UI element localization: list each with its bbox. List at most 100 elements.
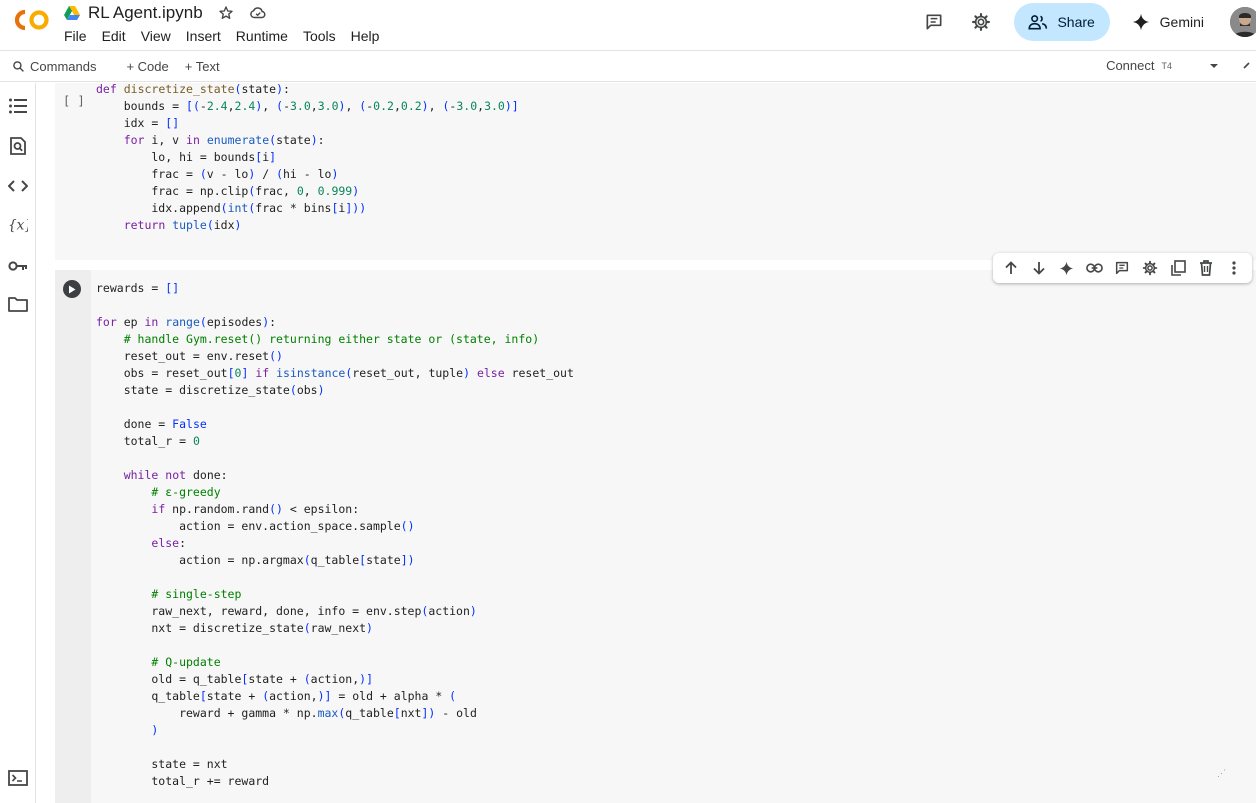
link-icon[interactable] [1085,258,1105,278]
code-line: return tuple(idx) [123,218,242,232]
code-line: done = False [96,417,207,431]
comments-icon[interactable] [920,8,948,36]
variables-icon[interactable]: {x} [8,215,28,235]
code-line: action = env.action_space.sample() [96,519,415,533]
code-line: action = np.argmax(q_table[state]) [96,553,415,567]
connect-label: Connect [1106,58,1155,73]
comment-icon[interactable] [1112,258,1132,278]
cell-gutter [55,270,91,803]
left-sidebar: {x} [0,83,36,803]
code-line: idx = [] [96,116,180,130]
app-header: RL Agent.ipynb File Edit View Insert Run… [0,0,1256,50]
code-line: lo, hi = bounds[i] [96,150,277,164]
code-line: # ε-greedy [151,485,221,499]
table-of-contents-icon[interactable] [8,96,28,116]
code-line: if np.random.rand() < epsilon: [151,502,360,516]
terminal-icon[interactable] [8,768,28,788]
commands-label: Commands [30,58,97,74]
title-row: RL Agent.ipynb [64,2,267,24]
mirror-cell-icon[interactable] [1168,258,1188,278]
code-line: bounds = [(-2.4,2.4), (-3.0,3.0), (-0.2,… [96,99,519,113]
settings-gear-icon[interactable] [967,8,995,36]
star-icon[interactable] [217,4,235,22]
code-editor[interactable]: rewards = [] for ep in range(episodes): … [96,280,574,790]
code-line: state = nxt [96,757,228,771]
code-line: rewards = [] [96,281,180,295]
google-drive-icon [64,6,80,20]
menu-file[interactable]: File [64,28,97,44]
header-actions: Share Gemini [920,0,1256,44]
notebook-title[interactable]: RL Agent.ipynb [88,3,203,23]
cell-settings-icon[interactable] [1140,258,1160,278]
code-line: ) [151,723,159,737]
menu-insert[interactable]: Insert [186,28,231,44]
code-line: q_table[state + (action,)] = old + alpha… [96,689,457,703]
find-replace-icon[interactable] [8,136,28,156]
code-line: reset_out = env.reset() [96,349,283,363]
code-line: # Q-update [151,655,221,669]
svg-text:{x}: {x} [8,218,28,234]
code-line: old = q_table[state + (action,)] [96,672,374,686]
run-cell-button[interactable] [63,280,81,298]
cell-toolbar [993,253,1252,283]
collapse-header-icon[interactable] [1242,59,1254,76]
code-line: for ep in range(episodes): [96,315,277,329]
commands-button[interactable]: Commands [12,59,96,74]
connect-button[interactable]: Connect T4 [1106,58,1172,73]
add-text-label: + Text [184,58,220,74]
code-line: # single-step [151,587,242,601]
menu-tools[interactable]: Tools [303,28,346,44]
execution-count[interactable]: [ ] [63,94,85,108]
files-folder-icon[interactable] [8,294,28,314]
code-line: def discretize_state(state): [96,82,290,96]
resize-handle-icon[interactable]: ⋰ [1217,768,1226,779]
menu-edit[interactable]: Edit [102,28,136,44]
menu-bar: File Edit View Insert Runtime Tools Help [64,28,394,44]
connect-dropdown-icon[interactable] [1208,60,1220,75]
search-icon [13,60,24,72]
code-line: total_r = 0 [96,434,200,448]
menu-view[interactable]: View [141,28,181,44]
share-button[interactable]: Share [1013,3,1110,41]
code-snippets-icon[interactable] [8,176,28,196]
code-line: while not done: [123,468,228,482]
delete-cell-icon[interactable] [1196,258,1216,278]
code-cell[interactable]: [ ] def discretize_state(state): bounds … [55,81,1256,260]
add-code-cell-button[interactable]: + Code [126,59,168,74]
more-options-icon[interactable] [1224,258,1244,278]
code-line: frac = (v - lo) / (hi - lo) [96,167,339,181]
share-label: Share [1057,14,1095,30]
gemini-label: Gemini [1159,14,1204,30]
code-line: # handle Gym.reset() returning either st… [123,332,540,346]
cloud-saved-icon[interactable] [249,4,267,22]
code-cell-active[interactable]: rewards = [] for ep in range(episodes): … [55,270,1256,803]
add-text-cell-button[interactable]: + Text [185,59,220,74]
menu-help[interactable]: Help [351,28,390,44]
people-icon [1028,15,1048,30]
user-avatar[interactable] [1230,7,1256,37]
code-editor[interactable]: def discretize_state(state): bounds = [(… [96,81,519,234]
code-line: reward + gamma * np.max(q_table[nxt]) - … [96,706,477,720]
notebook-toolbar: Commands + Code + Text Connect T4 [0,50,1256,82]
secrets-key-icon[interactable] [8,256,28,276]
play-icon [69,285,76,293]
colab-logo[interactable] [12,8,52,32]
code-line: frac = np.clip(frac, 0, 0.999) [96,184,360,198]
add-code-label: + Code [126,58,169,74]
gemini-button[interactable]: Gemini [1132,13,1204,31]
code-line: for i, v in enumerate(state): [123,133,325,147]
gemini-sparkle-icon[interactable] [1057,258,1077,278]
move-cell-down-icon[interactable] [1029,258,1049,278]
menu-runtime[interactable]: Runtime [236,28,298,44]
code-line: total_r += reward [96,774,270,788]
code-line: raw_next, reward, done, info = env.step(… [96,604,477,618]
code-line: else: [151,536,187,550]
code-line: nxt = discretize_state(raw_next) [96,621,373,635]
move-cell-up-icon[interactable] [1001,258,1021,278]
